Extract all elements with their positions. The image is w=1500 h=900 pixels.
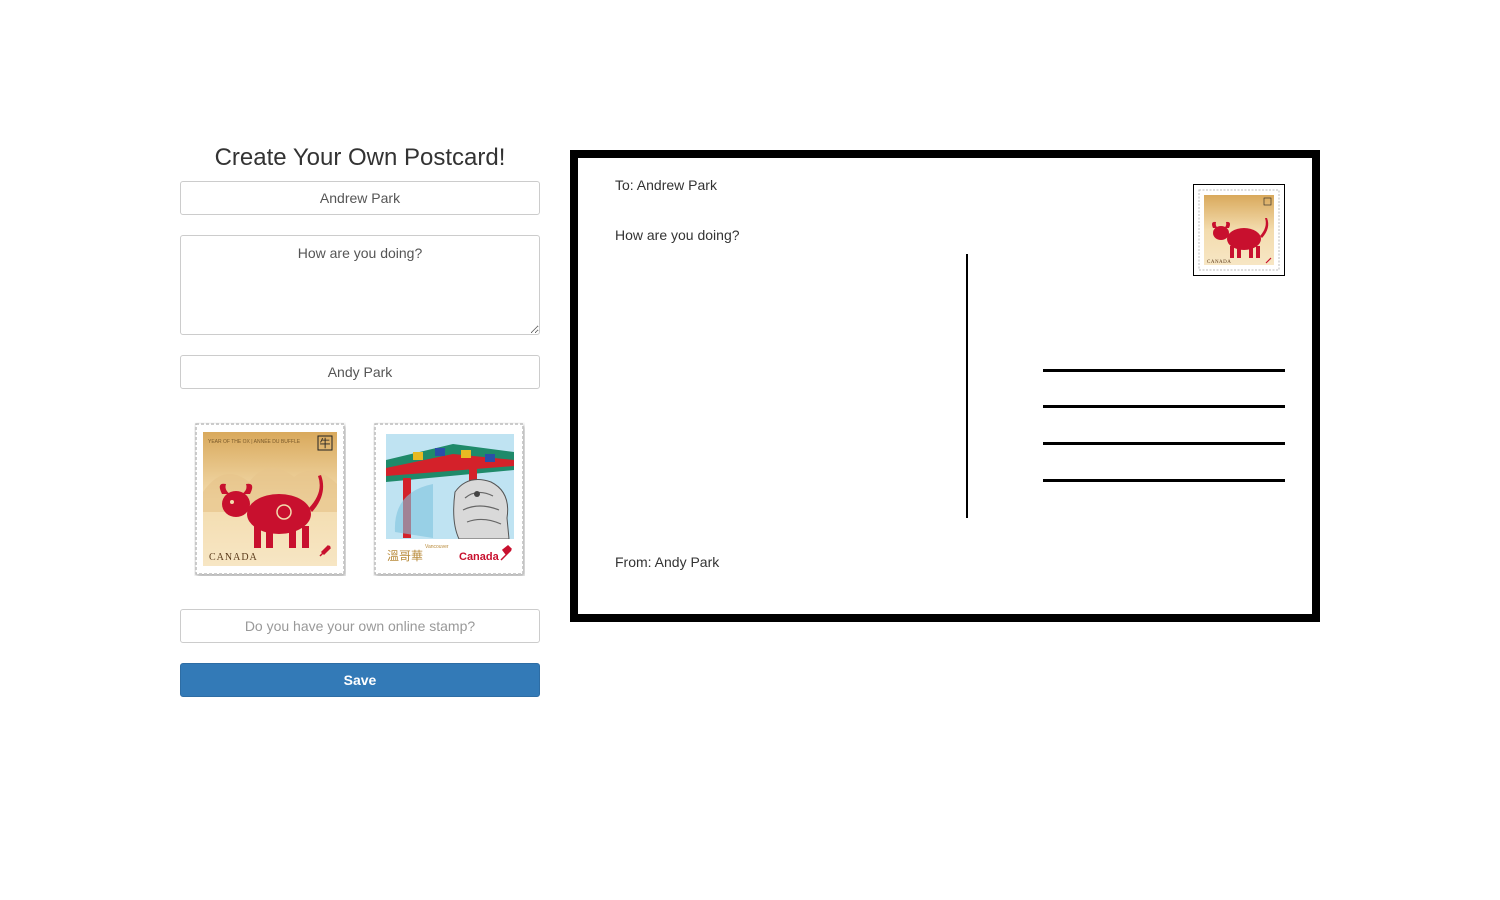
- postcard-divider: [966, 254, 968, 518]
- postcard-message: How are you doing?: [615, 227, 740, 243]
- postcard-preview: To: Andrew Park How are you doing? From:…: [570, 150, 1320, 622]
- message-textarea[interactable]: How are you doing?: [180, 235, 540, 335]
- vancouver-stamp-chinese: 溫哥華: [387, 549, 423, 563]
- address-line: [1043, 479, 1285, 482]
- stamp-options: YEAR OF THE OX | ANNÉE DU BUFFLE 牛 CANAD…: [194, 422, 534, 577]
- postcard-from-line: From: Andy Park: [615, 554, 720, 570]
- to-name-input[interactable]: [180, 181, 540, 215]
- vancouver-stamp-country: Canada: [459, 551, 500, 563]
- vancouver-stamp-option[interactable]: 溫哥華 Vancouver Canada: [373, 422, 525, 576]
- save-button[interactable]: Save: [180, 663, 540, 697]
- postcard-form: Create Your Own Postcard! How are you do…: [180, 140, 540, 697]
- address-line: [1043, 442, 1285, 445]
- ox-stamp-icon: CANADA: [1198, 189, 1280, 271]
- address-line: [1043, 369, 1285, 372]
- ox-stamp-header: YEAR OF THE OX | ANNÉE DU BUFFLE: [208, 438, 301, 445]
- postcard-stamp-country: CANADA: [1207, 260, 1231, 265]
- ox-stamp-glyph: 牛: [320, 436, 331, 450]
- postcard-to-line: To: Andrew Park: [615, 177, 717, 193]
- vancouver-stamp-city: Vancouver: [425, 544, 449, 550]
- address-line: [1043, 405, 1285, 408]
- form-title: Create Your Own Postcard!: [214, 144, 506, 171]
- postcard-stamp-frame: CANADA: [1193, 184, 1285, 276]
- stamp-url-input[interactable]: [180, 609, 540, 643]
- ox-stamp-option[interactable]: YEAR OF THE OX | ANNÉE DU BUFFLE 牛 CANAD…: [194, 422, 346, 576]
- from-name-input[interactable]: [180, 355, 540, 389]
- ox-stamp-country: CANADA: [209, 552, 258, 563]
